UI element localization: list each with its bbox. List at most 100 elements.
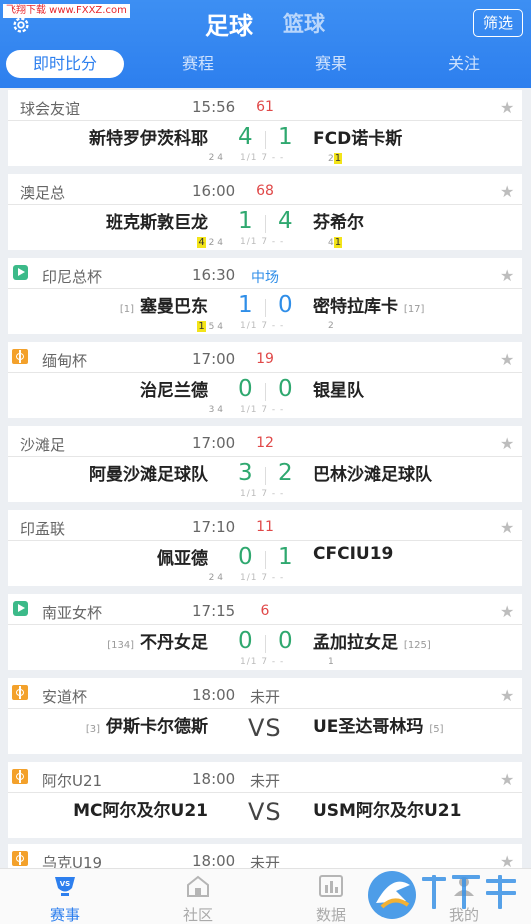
divider bbox=[8, 540, 522, 541]
star-icon[interactable]: ★ bbox=[500, 602, 514, 621]
star-icon[interactable]: ★ bbox=[500, 686, 514, 705]
stat-value: 2 4 bbox=[208, 238, 223, 248]
home-score: 0 bbox=[238, 376, 253, 402]
league-name: 沙滩足 bbox=[20, 436, 66, 454]
top-header: 飞翔下载 www.FXXZ.com 足球 篮球 筛选 即时比分 赛程 赛果 关注 bbox=[0, 0, 531, 88]
video-icon[interactable] bbox=[13, 265, 28, 280]
away-score: 1 bbox=[278, 124, 293, 150]
away-team: 密特拉库卡 [17] bbox=[313, 292, 424, 317]
away-score: 0 bbox=[278, 292, 293, 318]
home-team: [1] 塞曼巴东 bbox=[120, 292, 208, 317]
home-score: 4 bbox=[238, 124, 253, 150]
match-card[interactable]: 沙滩足 17:00 12 ★ 阿曼沙滩足球队 3 2 巴林沙滩足球队 1/1 7… bbox=[8, 426, 522, 502]
away-team: CFCIU19 bbox=[313, 544, 394, 564]
bar-chart-icon bbox=[319, 875, 343, 897]
filter-button[interactable]: 筛选 bbox=[473, 9, 523, 37]
match-card[interactable]: 安道杯 18:00 未开 ★ [3] 伊斯卡尔德斯 VS UE圣达哥林玛 [5] bbox=[8, 678, 522, 754]
star-icon[interactable]: ★ bbox=[500, 182, 514, 201]
star-icon[interactable]: ★ bbox=[500, 98, 514, 117]
nav-events[interactable]: VS 赛事 bbox=[25, 869, 105, 924]
nav-community[interactable]: 社区 bbox=[158, 869, 238, 924]
away-team-name: 密特拉库卡 bbox=[313, 297, 398, 317]
yellow-card: 1 bbox=[333, 237, 343, 248]
kickoff-time: 16:30 bbox=[192, 266, 236, 284]
match-status: 未开 bbox=[249, 772, 280, 790]
match-card[interactable]: 澳足总 16:00 68 ★ 班克斯敦巨龙 1 4 芬希尔 4 2 4 1/1 … bbox=[8, 174, 522, 250]
tab-schedule[interactable]: 赛程 bbox=[163, 50, 233, 78]
score-divider bbox=[265, 467, 266, 485]
odds-stats: 1/1 7 - - bbox=[240, 657, 285, 667]
kickoff-time: 18:00 bbox=[192, 686, 236, 704]
match-card[interactable]: 球会友谊 15:56 61 ★ 新特罗伊茨科耶 4 1 FCD诺卡斯 2 4 1… bbox=[8, 90, 522, 166]
match-minute: 6 bbox=[260, 603, 270, 619]
away-team: 孟加拉女足 [125] bbox=[313, 628, 431, 653]
divider bbox=[8, 204, 522, 205]
home-stats: 2 4 bbox=[208, 153, 223, 163]
home-team: 治尼兰德 bbox=[140, 381, 208, 401]
home-score: 0 bbox=[238, 544, 253, 570]
sub-tabs: 即时比分 赛程 赛果 关注 bbox=[0, 50, 531, 78]
divider bbox=[8, 120, 522, 121]
away-team-name: 孟加拉女足 bbox=[313, 633, 398, 653]
nav-label: 赛事 bbox=[49, 906, 80, 924]
tab-basketball[interactable]: 篮球 bbox=[283, 8, 325, 38]
score-divider bbox=[265, 131, 266, 149]
odds-stats: 1/1 7 - - bbox=[240, 153, 285, 163]
league-name: 安道杯 bbox=[42, 688, 88, 706]
home-score: 1 bbox=[238, 292, 253, 318]
star-icon[interactable]: ★ bbox=[500, 518, 514, 537]
score-divider bbox=[265, 299, 266, 317]
divider bbox=[8, 708, 522, 709]
league-name: 阿尔U21 bbox=[42, 772, 103, 790]
match-status: 未开 bbox=[249, 688, 280, 706]
away-rank: [125] bbox=[403, 640, 431, 651]
league-name: 南亚女杯 bbox=[42, 604, 103, 622]
score-divider bbox=[265, 383, 266, 401]
star-icon[interactable]: ★ bbox=[500, 350, 514, 369]
match-card[interactable]: 南亚女杯 17:15 6 ★ [134] 不丹女足 0 0 孟加拉女足 [125… bbox=[8, 594, 522, 670]
tab-results[interactable]: 赛果 bbox=[296, 50, 366, 78]
home-team-name: 不丹女足 bbox=[140, 633, 208, 653]
tab-live-score[interactable]: 即时比分 bbox=[6, 50, 124, 78]
match-card[interactable]: 印孟联 17:10 11 ★ 佩亚德 0 1 CFCIU19 2 4 1/1 7… bbox=[8, 510, 522, 586]
home-rank: [1] bbox=[119, 304, 135, 315]
tab-football[interactable]: 足球 bbox=[205, 6, 253, 41]
away-stats: 21 bbox=[328, 153, 343, 164]
league-name: 印尼总杯 bbox=[42, 268, 103, 286]
match-minute: 12 bbox=[256, 435, 274, 451]
home-team: 新特罗伊茨科耶 bbox=[89, 129, 208, 149]
away-team: UE圣达哥林玛 [5] bbox=[313, 712, 444, 737]
match-card[interactable]: 缅甸杯 17:00 19 ★ 治尼兰德 0 0 银星队 3 4 1/1 7 - … bbox=[8, 342, 522, 418]
away-stats: 41 bbox=[328, 237, 343, 248]
yellow-card: 1 bbox=[333, 153, 343, 164]
home-score: 1 bbox=[238, 208, 253, 234]
yellow-card: 1 bbox=[197, 321, 206, 332]
match-minute: 61 bbox=[256, 99, 274, 115]
away-score: 0 bbox=[278, 628, 293, 654]
league-name: 乌克U19 bbox=[42, 854, 103, 868]
gear-icon[interactable] bbox=[10, 14, 32, 36]
nav-data[interactable]: 数据 bbox=[291, 869, 371, 924]
star-icon[interactable]: ★ bbox=[500, 434, 514, 453]
pitch-icon bbox=[12, 769, 28, 784]
away-rank: [5] bbox=[429, 724, 444, 735]
star-icon[interactable]: ★ bbox=[500, 770, 514, 789]
away-score: 2 bbox=[278, 460, 293, 486]
kickoff-time: 18:00 bbox=[192, 770, 236, 788]
odds-stats: 1/1 7 - - bbox=[240, 573, 285, 583]
pitch-icon bbox=[12, 349, 28, 364]
stat-value: 5 4 bbox=[208, 322, 223, 332]
league-name: 球会友谊 bbox=[20, 100, 81, 118]
match-minute: 11 bbox=[256, 519, 274, 535]
home-rank: [134] bbox=[107, 640, 135, 651]
svg-text:VS: VS bbox=[60, 880, 70, 888]
home-team-name: 塞曼巴东 bbox=[140, 297, 208, 317]
home-score: 0 bbox=[238, 628, 253, 654]
star-icon[interactable]: ★ bbox=[500, 266, 514, 285]
video-icon[interactable] bbox=[13, 601, 28, 616]
tab-following[interactable]: 关注 bbox=[429, 50, 499, 78]
kickoff-time: 17:00 bbox=[192, 350, 236, 368]
match-card[interactable]: 阿尔U21 18:00 未开 ★ MC阿尔及尔U21 VS USM阿尔及尔U21 bbox=[8, 762, 522, 838]
match-card[interactable]: 印尼总杯 16:30 中场 ★ [1] 塞曼巴东 1 0 密特拉库卡 [17] … bbox=[8, 258, 522, 334]
odds-stats: 1/1 7 - - bbox=[240, 405, 285, 415]
